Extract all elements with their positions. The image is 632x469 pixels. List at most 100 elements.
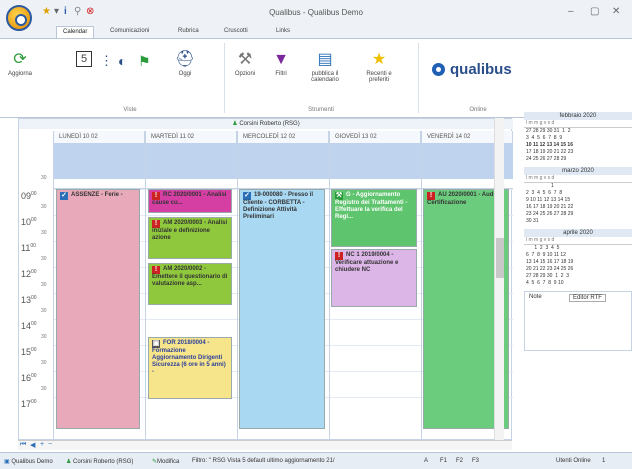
month-view-icon[interactable]: ◐ (118, 53, 126, 69)
calendar-event[interactable]: ! AM 2020/0003 - Analisi iniziale e defin… (148, 217, 232, 259)
weekday-row: l m m g v s d (524, 120, 632, 128)
recent-favorites-button[interactable]: ★ Recenti e preferiti (356, 51, 402, 83)
half-hour-label: 30 (41, 334, 47, 340)
status-text: Qualibus Demo (11, 459, 53, 465)
status-f3[interactable]: F3 (472, 458, 479, 464)
week-row[interactable]: 27 28 29 30 31 1 2 (524, 128, 632, 135)
mini-calendar-title[interactable]: febbraio 2020 (524, 112, 632, 120)
week-row[interactable]: 2 3 4 5 6 7 8 (524, 190, 632, 197)
hour-value: 14 (21, 321, 32, 331)
hour-label: 1300 (21, 295, 37, 305)
week-row[interactable]: 9 10 11 12 13 14 15 (524, 197, 632, 204)
tab-links[interactable]: Links (270, 26, 296, 38)
wrench-icon: ⚒ (335, 192, 343, 200)
week-row[interactable]: 13 14 15 16 17 18 19 (524, 259, 632, 266)
user-icon: ♟ (66, 459, 74, 465)
hour-value: 10 (21, 217, 32, 227)
vertical-scrollbar[interactable] (494, 118, 504, 440)
status-f1[interactable]: F1 (440, 458, 447, 464)
status-online-count: 1 (602, 458, 606, 464)
status-user: ♟ Corsini Roberto (RSG) (66, 458, 133, 465)
day-header[interactable]: LUNEDÌ 10 02 (53, 131, 145, 143)
mini-calendar[interactable]: febbraio 2020 l m m g v s d 27 28 29 30 … (524, 112, 632, 163)
mini-calendar[interactable]: marzo 2020 l m m g v s d 1 2 3 4 5 6 7 8… (524, 167, 632, 225)
day-header[interactable]: MARTEDÌ 11 02 (145, 131, 237, 143)
work-week-icon[interactable]: ⋮ (100, 53, 113, 69)
week-row[interactable]: 16 17 18 19 20 21 22 (524, 204, 632, 211)
wrench-icon: ⚒ (237, 51, 253, 68)
mini-calendar[interactable]: aprile 2020 l m m g v s d 1 2 3 4 5 6 7 … (524, 229, 632, 287)
mini-calendar-panel: febbraio 2020 l m m g v s d 27 28 29 30 … (524, 112, 632, 442)
week-row[interactable]: 27 28 29 30 1 2 3 (524, 273, 632, 280)
day-number-icon: 5 (76, 51, 92, 67)
tab-note[interactable]: Note (529, 294, 542, 300)
calendar-event[interactable]: ⚒ G - Aggiornamento Registro dei Trattame… (331, 189, 417, 247)
event-title: AU 2020/0001 - Audit di Certificazione (427, 192, 505, 206)
publish-label: pubblica il calendario (311, 71, 339, 83)
column-line (145, 131, 146, 439)
today-button[interactable]: ⛑ Oggi (170, 51, 200, 77)
status-filter: Filtro: '' RSG Vista 5 default ultimo ag… (192, 458, 335, 464)
hour-label: 1500 (21, 347, 37, 357)
week-row[interactable]: 24 25 26 27 28 29 (524, 156, 632, 163)
week-row[interactable]: 17 18 19 20 21 22 23 (524, 149, 632, 156)
hour-value: 09 (21, 191, 32, 201)
scrollbar-thumb[interactable] (496, 238, 504, 278)
event-title: NC 1 2019/0004 - Verificare attuazione e… (335, 252, 399, 273)
week-row[interactable]: 23 24 25 26 27 28 29 (524, 211, 632, 218)
week-row[interactable]: 10 11 12 13 14 15 16 (524, 142, 632, 149)
week-row[interactable]: 6 7 8 9 10 11 12 (524, 252, 632, 259)
status-f2[interactable]: F2 (456, 458, 463, 464)
nav-first-icon[interactable]: ⏮ (20, 441, 26, 449)
calendar-event[interactable]: ▣ FOR 2018/0004 - Formazione Aggiornament… (148, 337, 232, 399)
hour-label: 1000 (21, 217, 37, 227)
column-line (421, 131, 422, 439)
recent-label: Recenti e preferiti (366, 71, 392, 83)
filters-button[interactable]: ▼ Filtri (266, 51, 296, 77)
options-button[interactable]: ⚒ Opzioni (230, 51, 260, 77)
status-text: Corsini Roberto (RSG) (73, 459, 134, 465)
publish-calendar-button[interactable]: ▤ pubblica il calendario (302, 51, 348, 83)
notes-panel[interactable]: Note Editor RTF (524, 291, 632, 351)
maximize-icon[interactable]: ▢ (590, 6, 599, 17)
mini-calendar-title[interactable]: aprile 2020 (524, 229, 632, 237)
tab-calendar[interactable]: Calendar (56, 26, 95, 38)
status-a: A (424, 458, 429, 464)
day-view-button[interactable]: 5 (74, 51, 94, 69)
mini-calendar-title[interactable]: marzo 2020 (524, 167, 632, 175)
week-row[interactable]: 20 21 22 23 24 25 26 (524, 266, 632, 273)
all-day-area[interactable] (53, 143, 513, 179)
tab-rubrica[interactable]: Rubrica (172, 26, 205, 38)
timeline-icon[interactable]: ⚑ (138, 53, 151, 70)
nav-prev-icon[interactable]: ◀ (30, 441, 35, 449)
week-row[interactable]: 4 5 6 7 8 9 10 (524, 280, 632, 287)
tab-cruscotti[interactable]: Cruscotti (218, 26, 254, 38)
calendar-event[interactable]: ! AM 2020/0002 - Emettere il questionario… (148, 263, 232, 305)
half-hour-label: 30 (41, 230, 47, 236)
alert-icon: ! (152, 266, 160, 274)
calendar-event[interactable]: ✓ ASSENZE - Ferie - (56, 189, 140, 429)
calendar-event[interactable]: ✓ 19-000080 - Presso il Cliente - CORBETT… (239, 189, 325, 429)
week-row[interactable]: 1 (524, 183, 632, 190)
tab-editor-rtf[interactable]: Editor RTF (569, 294, 606, 302)
hour-label: 1100 (21, 243, 36, 253)
calendar-nav-bar[interactable]: ⏮ ◀ + − (18, 440, 512, 450)
calendar-event[interactable]: ! RC 2020/0001 - Analisi cause cu... (148, 189, 232, 213)
day-header[interactable]: MERCOLEDÌ 12 02 (237, 131, 329, 143)
calendar-view[interactable]: ♟ Corsini Roberto (RSG) LUNEDÌ 10 02 MAR… (18, 118, 513, 440)
calendar-event[interactable]: ! NC 1 2019/0004 - Verificare attuazione … (331, 249, 417, 307)
day-header[interactable]: GIOVEDÌ 13 02 (329, 131, 421, 143)
week-row[interactable]: 1 2 3 4 5 (524, 245, 632, 252)
half-hour-label: 30 (41, 282, 47, 288)
nav-add-icon[interactable]: + (40, 441, 44, 448)
tab-comunicazioni[interactable]: Comunicazioni (104, 26, 155, 38)
week-row[interactable]: 30 31 (524, 218, 632, 225)
close-icon[interactable]: ✕ (612, 6, 620, 17)
nav-remove-icon[interactable]: − (48, 441, 52, 448)
minimize-icon[interactable]: – (568, 6, 574, 17)
app-menu-orb-icon[interactable] (6, 5, 32, 31)
refresh-button[interactable]: ⟳ Aggiorna (2, 51, 38, 77)
ribbon: ⟳ Aggiorna 5 ⋮ ◐ ⚑ ⛑ Oggi Viste ⚒ Opzion… (0, 38, 632, 118)
qualibus-logo[interactable]: qualibus (432, 61, 512, 78)
week-row[interactable]: 3 4 5 6 7 8 9 (524, 135, 632, 142)
